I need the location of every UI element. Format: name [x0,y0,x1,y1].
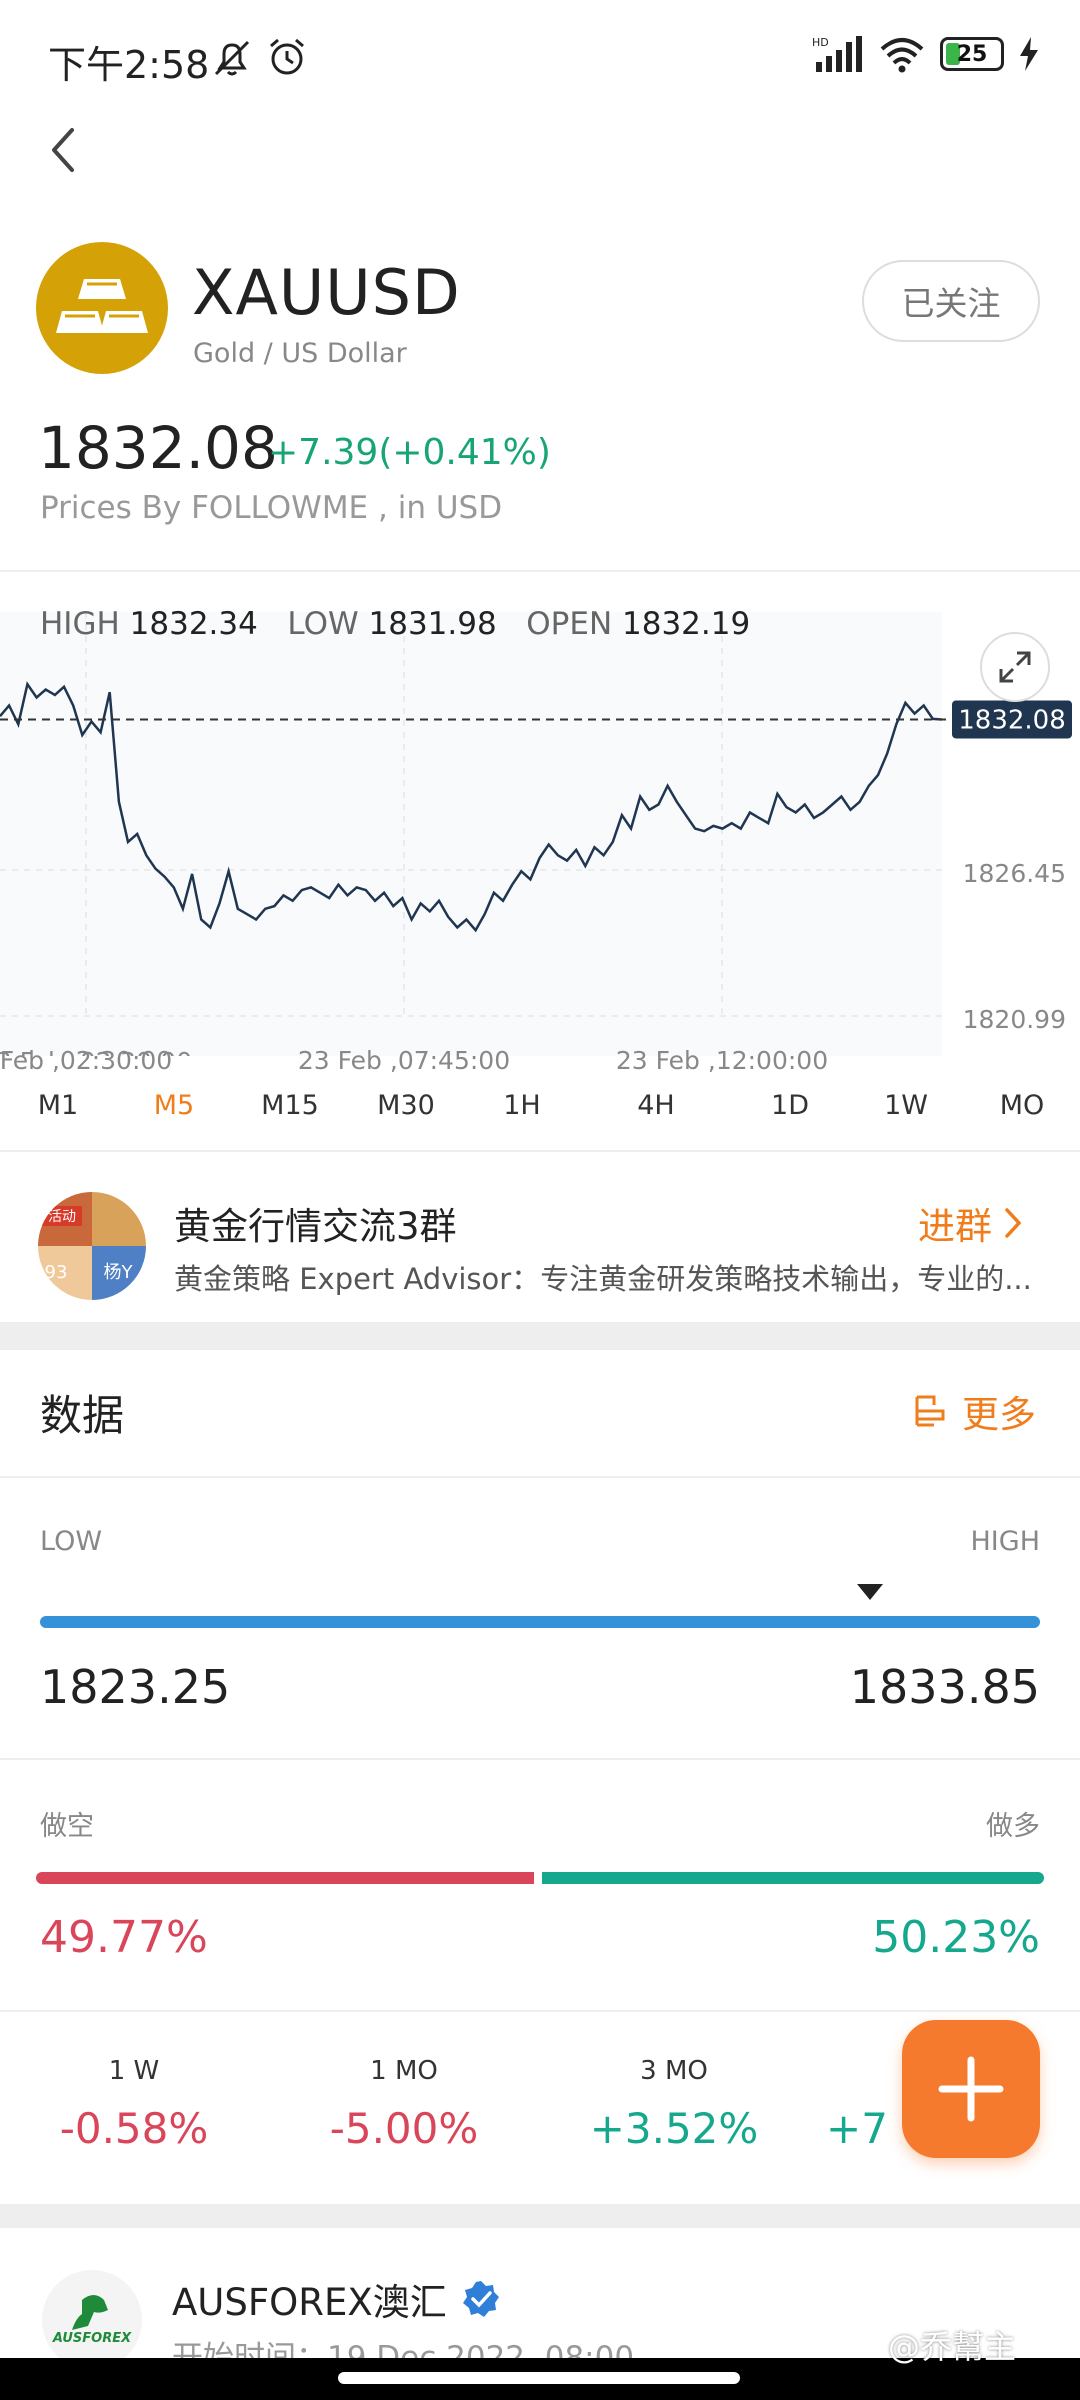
current-price: 1832.08 [38,414,278,482]
charging-icon [1020,37,1038,71]
range-high-value: 1833.85 [849,1660,1040,1714]
range-low-label: LOW [40,1526,103,1557]
timeframe-4h[interactable]: 4H [637,1090,674,1121]
timeframe-m30[interactable]: M30 [377,1090,435,1121]
group-avatar[interactable]: 活动 93 杨Y [38,1192,146,1300]
svg-text:杨Y: 杨Y [104,1262,134,1283]
group-description: 黄金策略 Expert Advisor：专注黄金研发策略技术输出，专业的... [174,1262,1032,1296]
verified-badge-icon [462,2281,499,2317]
x-tick-label: 23 Feb ,07:45:00 [297,1046,511,1075]
range-high-label: HIGH [970,1526,1041,1557]
ohlc-readout: HIGH 1832.34 LOW 1831.98 OPEN 1832.19 [40,606,751,642]
signal-icon: HD [812,36,862,72]
svg-text:AUSFOREX: AUSFOREX [52,2331,132,2346]
chevron-left-icon [52,128,74,172]
svg-text:HD: HD [812,36,829,49]
x-tick-label: 23 Feb ,02:30:00 [0,1046,173,1075]
broker-name-row[interactable]: AUSFOREX澳汇 [172,2272,501,2326]
y-tick-label: 1820.99 [963,1005,1066,1034]
home-indicator[interactable] [338,2372,740,2384]
perf-value-1mo: -5.00% [329,2104,479,2153]
short-label: 做空 [40,1811,94,1842]
svg-text:93: 93 [45,1262,68,1283]
range-marker-icon [857,1584,883,1600]
price-change: +7.39(+0.41%) [268,432,551,473]
battery-indicator: 25 [940,37,1004,71]
timeframe-1h[interactable]: 1H [503,1090,540,1121]
data-section-title: 数据 [40,1391,125,1440]
kangaroo-logo-icon: AUSFOREX [52,2295,132,2346]
price-chart-svg: 1832.08 1826.45 1820.99 23 Feb ,02:30:00 [0,612,1072,1076]
more-label: 更多 [962,1393,1036,1436]
perf-value-3mo: +3.52% [589,2104,759,2153]
alarm-icon [270,38,304,75]
timeframe-m1[interactable]: M1 [38,1090,78,1121]
more-button[interactable]: 更多 [912,1384,1036,1438]
short-percentage: 49.77% [40,1912,208,1963]
gold-logo [36,242,168,374]
mute-icon [214,40,250,76]
price-chart[interactable]: 1832.08 1826.45 1820.99 23 Feb ,02:30:00 [0,572,1080,1076]
wifi-icon [880,38,924,73]
expand-chart-button[interactable] [980,632,1050,702]
day-range-bar [40,1616,1040,1628]
svg-text:1832.08: 1832.08 [958,705,1066,735]
gold-bars-icon [56,279,148,333]
x-tick-label: 23 Feb ,12:00:00 [615,1046,829,1075]
follow-button[interactable]: 已关注 [862,260,1040,342]
status-bar: 下午2:58 HD 25 [0,0,1080,110]
timeframe-m5[interactable]: M5 [154,1090,194,1121]
join-group-label: 进群 [918,1205,992,1248]
perf-period-1mo: 1 MO [370,2056,438,2086]
list-icon [915,1395,945,1427]
add-button[interactable] [902,2020,1040,2158]
watermark: @乔幫主 [888,2328,1017,2366]
perf-period-1w: 1 W [108,2056,160,2086]
long-ratio-bar [542,1872,1044,1884]
group-name[interactable]: 黄金行情交流3群 [174,1196,457,1250]
instrument-name: Gold / US Dollar [193,338,407,369]
y-tick-label: 1826.45 [963,859,1066,888]
expand-icon [999,651,1031,683]
chevron-right-icon [1005,1208,1022,1238]
svg-text:活动: 活动 [48,1209,76,1225]
status-time: 下午2:58 [48,43,210,87]
broker-logo[interactable]: AUSFOREX [42,2270,142,2370]
group-avatar-collage: 活动 93 杨Y [38,1192,146,1300]
prices-by-note: Prices By FOLLOWME , in USD [40,490,503,526]
perf-value-1w: -0.58% [59,2104,209,2153]
short-ratio-bar [36,1872,534,1884]
timeframe-1w[interactable]: 1W [884,1090,928,1121]
symbol-title: XAUUSD [192,256,461,329]
back-button[interactable] [36,120,96,180]
broker-name: AUSFOREX澳汇 [172,2281,447,2324]
timeframe-mo[interactable]: MO [1000,1090,1045,1121]
long-label: 做多 [986,1811,1040,1842]
timeframe-1d[interactable]: 1D [771,1090,809,1121]
perf-period-3mo: 3 MO [640,2056,708,2086]
long-percentage: 50.23% [872,1912,1040,1963]
range-low-value: 1823.25 [40,1660,231,1714]
current-price-tag: 1832.08 [952,700,1072,739]
join-group-button[interactable]: 进群 [918,1196,1024,1250]
timeframe-selector: M1 M5 M15 M30 1H 4H 1D 1W MO [0,1090,1080,1140]
plus-icon [938,2056,1004,2122]
timeframe-m15[interactable]: M15 [261,1090,319,1121]
